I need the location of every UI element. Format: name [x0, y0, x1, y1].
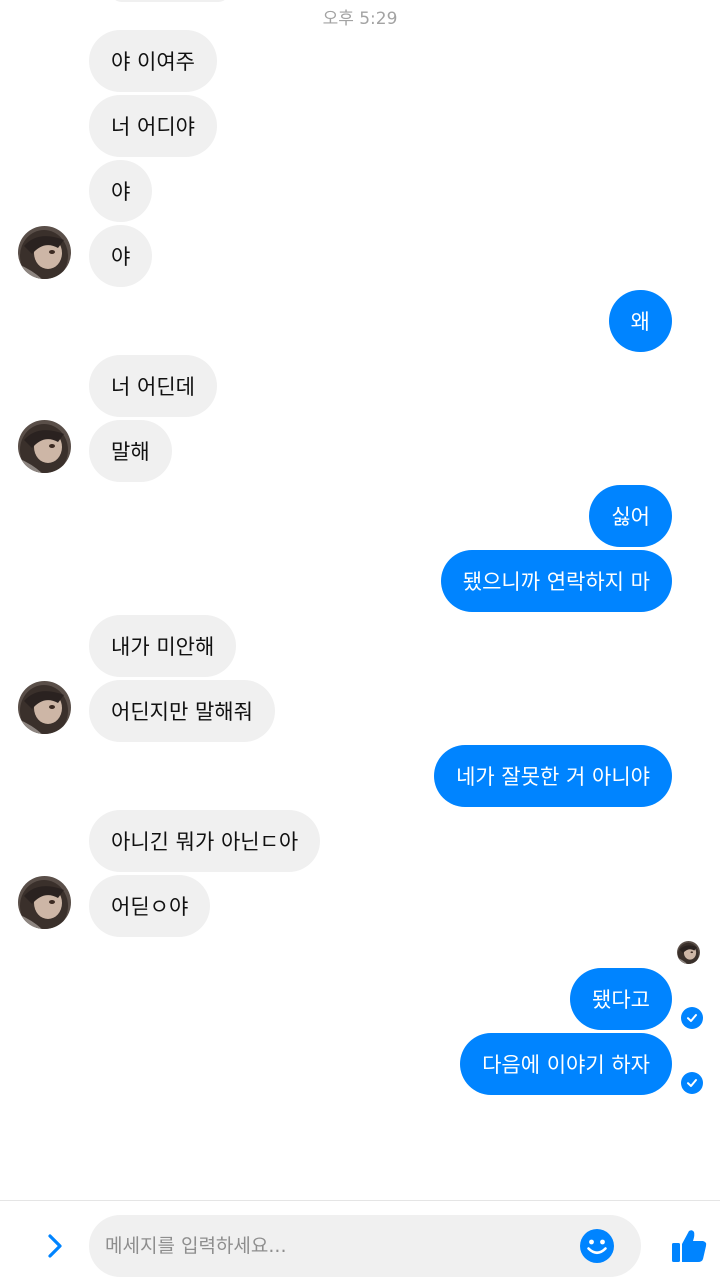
message-bubble-incoming[interactable]: 어딛ㅇ야 — [89, 875, 211, 937]
message-bubble-outgoing[interactable]: 됐다고 — [570, 968, 672, 1030]
sender-avatar[interactable] — [18, 226, 71, 279]
sender-avatar[interactable] — [18, 420, 71, 473]
smiley-icon[interactable] — [579, 1228, 615, 1264]
message-bubble-incoming[interactable]: 야 이여주 — [89, 30, 217, 92]
message-composer — [0, 1200, 720, 1288]
message-bubble-incoming[interactable]: 야 — [89, 160, 153, 222]
chevron-right-icon[interactable] — [38, 1229, 72, 1263]
delivered-check-icon — [681, 1007, 703, 1029]
message-bubble-incoming[interactable]: 야 — [89, 225, 153, 287]
message-bubble-incoming[interactable]: 아니긴 뭐가 아닌ㄷ아 — [89, 810, 321, 872]
delivered-check-icon — [681, 1072, 703, 1094]
sender-avatar[interactable] — [18, 681, 71, 734]
message-input[interactable] — [105, 1215, 575, 1277]
message-bubble-outgoing[interactable]: 다음에 이야기 하자 — [460, 1033, 672, 1095]
message-bubble-incoming[interactable]: 너 어디야 — [89, 95, 217, 157]
message-bubble-incoming[interactable]: 내가 미안해 — [89, 615, 237, 677]
sender-avatar[interactable] — [18, 876, 71, 929]
message-bubble-outgoing[interactable]: 네가 잘못한 거 아니야 — [434, 745, 672, 807]
message-timestamp: 오후 5:29 — [322, 9, 398, 29]
previous-message-bubble — [110, 0, 230, 2]
message-bubble-outgoing[interactable]: 싫어 — [589, 485, 672, 547]
message-bubble-incoming[interactable]: 말해 — [89, 420, 172, 482]
message-bubble-incoming[interactable]: 어딘지만 말해줘 — [89, 680, 275, 742]
message-input-container — [89, 1215, 641, 1277]
seen-avatar-icon — [677, 941, 700, 964]
message-bubble-outgoing[interactable]: 왜 — [608, 290, 672, 352]
message-bubble-incoming[interactable]: 너 어딘데 — [89, 355, 217, 417]
thumbs-up-icon[interactable] — [670, 1227, 708, 1265]
message-bubble-outgoing[interactable]: 됐으니까 연락하지 마 — [440, 550, 672, 612]
